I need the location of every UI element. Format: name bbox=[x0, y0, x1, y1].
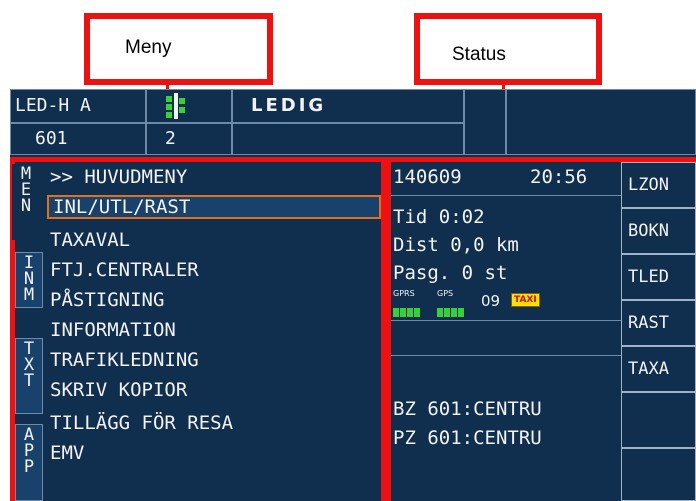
tab-men[interactable]: M E N bbox=[12, 164, 40, 240]
menu-item-skriv-kopior[interactable]: SKRIV KOPIOR bbox=[50, 378, 187, 402]
menu-item-tillagg-for-resa[interactable]: TILLÄGG FÖR RESA bbox=[50, 411, 233, 435]
header-empty-cell-1 bbox=[464, 89, 506, 155]
status-callout: Status bbox=[414, 13, 602, 85]
header-empty-cell-3 bbox=[232, 123, 464, 155]
menu-item-huvudmeny[interactable]: >> HUVUDMENY bbox=[50, 165, 187, 189]
driver-id: LED-H A bbox=[15, 95, 91, 116]
status-divider-top bbox=[391, 195, 621, 196]
gprs-indicator: GPRS bbox=[393, 289, 431, 317]
status-pasg: Pasg. 0 st bbox=[393, 262, 508, 284]
status-divider-2 bbox=[391, 355, 621, 356]
car-number: 601 bbox=[35, 128, 68, 149]
menu-item-emv[interactable]: EMV bbox=[50, 441, 84, 465]
taxa-button[interactable]: TAXA bbox=[621, 346, 696, 392]
empty-button-1[interactable] bbox=[621, 392, 696, 448]
lzon-button[interactable]: LZON bbox=[621, 162, 696, 208]
tab-txt[interactable]: T X T bbox=[15, 338, 43, 414]
status-time: 20:56 bbox=[530, 166, 588, 188]
empty-button-2[interactable] bbox=[621, 448, 696, 501]
status-callout-label: Status bbox=[452, 44, 506, 65]
signal-count: 09 bbox=[481, 292, 501, 310]
driver-id-cell: LED-H A bbox=[10, 89, 146, 123]
tab-txt-char-3: T bbox=[23, 371, 35, 391]
gprs-bars-icon bbox=[393, 308, 420, 317]
tab-men-char-3: N bbox=[20, 196, 32, 216]
status-date: 140609 bbox=[393, 166, 462, 188]
sub-value: 2 bbox=[165, 128, 176, 149]
sub-value-cell: 2 bbox=[146, 123, 232, 155]
menu-callout-label: Meny bbox=[125, 37, 172, 58]
menu-item-inl-utl-rast[interactable]: INL/UTL/RAST bbox=[47, 195, 381, 219]
rast-button[interactable]: RAST bbox=[621, 300, 696, 346]
status-dist: Dist 0,0 km bbox=[393, 234, 519, 256]
menu-item-ftj-centraler[interactable]: FTJ.CENTRALER bbox=[50, 258, 199, 282]
state-label: LEDIG bbox=[251, 95, 327, 116]
tab-inm[interactable]: I N M bbox=[15, 252, 43, 308]
status-bz: BZ 601:CENTRU bbox=[393, 398, 542, 420]
taxi-badge: TAXI bbox=[511, 293, 540, 307]
network-icon bbox=[166, 93, 185, 119]
tab-app-char-3: P bbox=[23, 457, 35, 477]
gps-indicator: GPS bbox=[437, 289, 475, 317]
status-divider-1 bbox=[391, 320, 621, 321]
car-number-cell: 601 bbox=[10, 123, 146, 155]
bokn-button[interactable]: BOKN bbox=[621, 208, 696, 254]
tled-button[interactable]: TLED bbox=[621, 254, 696, 300]
tab-inm-char-3: M bbox=[23, 285, 35, 305]
menu-item-pastigning[interactable]: PÅSTIGNING bbox=[50, 288, 164, 312]
state-cell: LEDIG bbox=[232, 89, 464, 123]
gprs-label: GPRS bbox=[393, 289, 415, 298]
menu-item-information[interactable]: INFORMATION bbox=[50, 318, 176, 342]
network-icon-cell bbox=[146, 89, 232, 123]
menu-callout: Meny bbox=[84, 13, 273, 85]
tab-app[interactable]: A P P bbox=[15, 424, 43, 501]
status-tid: Tid 0:02 bbox=[393, 206, 485, 228]
menu-item-taxaval[interactable]: TAXAVAL bbox=[50, 228, 130, 252]
gps-label: GPS bbox=[437, 289, 454, 298]
gps-bars-icon bbox=[437, 308, 464, 317]
status-pz: PZ 601:CENTRU bbox=[393, 427, 542, 449]
header-empty-cell-2 bbox=[506, 89, 696, 155]
menu-item-trafikledning[interactable]: TRAFIKLEDNING bbox=[50, 348, 199, 372]
